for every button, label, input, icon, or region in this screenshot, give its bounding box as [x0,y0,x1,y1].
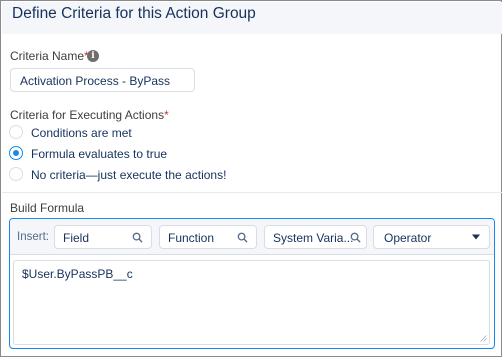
radio-no-criteria[interactable] [9,167,23,181]
criteria-name-label: Criteria Name* [10,49,89,63]
section-divider [2,192,502,193]
insert-label: Insert: [17,231,49,243]
radio-formula-true[interactable] [9,146,23,160]
formula-textarea[interactable]: $User.ByPassPB__c [13,260,490,345]
dropdown-arrow-icon [472,234,480,240]
criteria-panel: Define Criteria for this Action Group Cr… [0,0,502,357]
radio-conditions-met[interactable] [9,125,23,139]
radio-label-formula-true[interactable]: Formula evaluates to true [31,147,167,161]
insert-operator-select[interactable]: Operator [373,225,490,249]
formula-text: $User.ByPassPB__c [22,267,133,281]
panel-title: Define Criteria for this Action Group [12,5,256,22]
insert-toolbar: Insert: Field Function System Varia... O… [10,219,494,255]
criteria-name-value: Activation Process - ByPass [20,74,171,88]
radio-label-no-criteria[interactable]: No criteria—just execute the actions! [31,168,226,182]
executing-actions-label-text: Criteria for Executing Actions [10,108,165,122]
criteria-name-label-text: Criteria Name [10,49,85,63]
criteria-name-input[interactable]: Activation Process - ByPass [10,68,195,92]
radio-label-conditions-met[interactable]: Conditions are met [31,126,132,140]
search-icon [350,232,361,243]
formula-editor: Insert: Field Function System Varia... O… [9,218,495,349]
required-marker: * [164,108,169,122]
resize-handle-icon[interactable] [480,335,487,342]
insert-operator-text: Operator [384,231,432,245]
insert-system-variables-text: System Varia... [273,231,354,245]
insert-function-lookup[interactable]: Function [159,225,257,249]
insert-field-lookup[interactable]: Field [54,225,152,249]
panel-header: Define Criteria for this Action Group [2,2,502,34]
executing-actions-label: Criteria for Executing Actions* [10,108,169,122]
insert-function-text: Function [168,231,215,245]
insert-system-variables-lookup[interactable]: System Varia... [264,225,367,249]
search-icon [237,232,248,243]
search-icon [132,232,143,243]
build-formula-label: Build Formula [10,201,85,215]
info-icon[interactable]: i [87,50,99,62]
insert-field-text: Field [63,231,90,245]
